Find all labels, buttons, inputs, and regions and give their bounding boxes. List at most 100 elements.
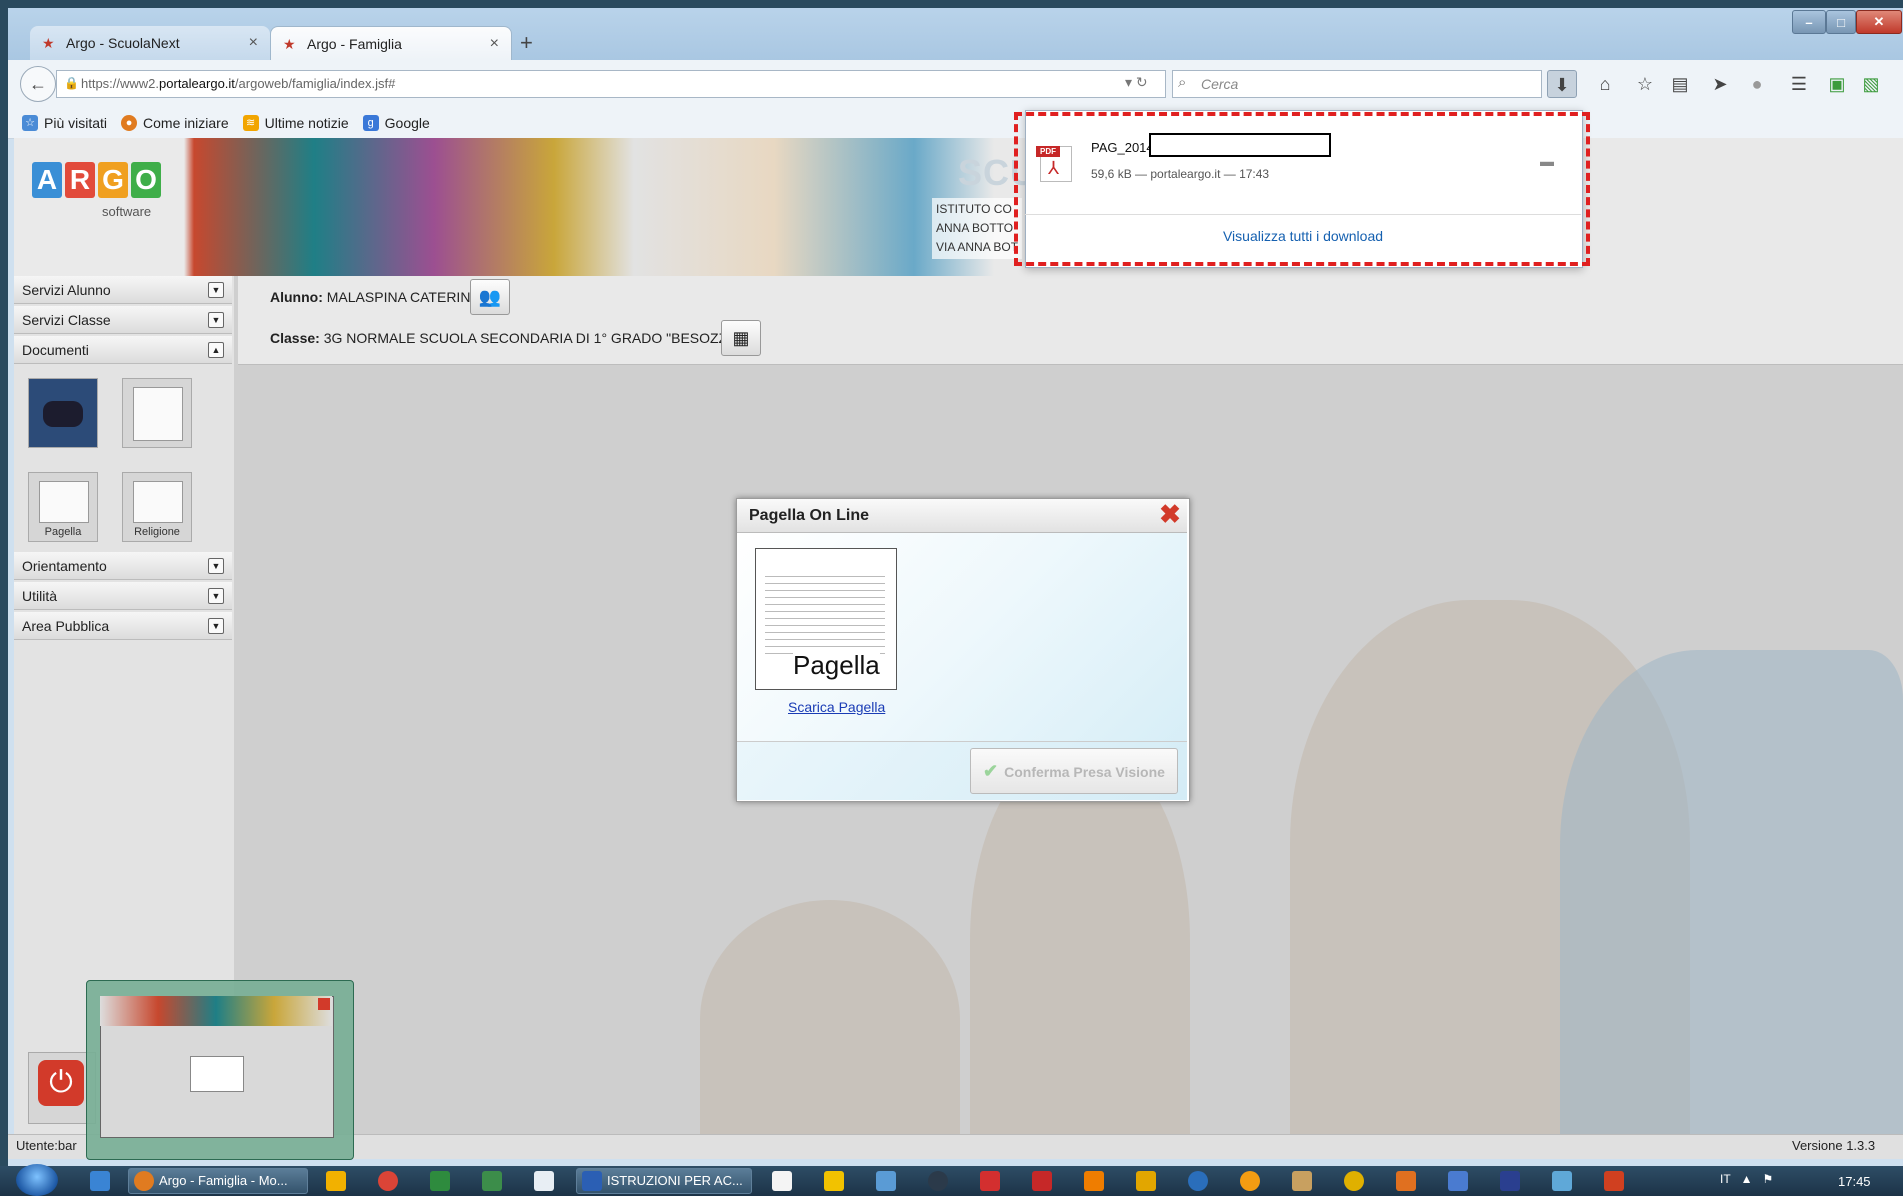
- expand-icon: ▼: [208, 618, 224, 634]
- redaction-box: [1149, 133, 1331, 157]
- document-icon[interactable]: [122, 378, 192, 448]
- addon-icon[interactable]: ●: [1742, 70, 1772, 98]
- show-all-downloads-link[interactable]: Visualizza tutti i download: [1025, 228, 1581, 244]
- sidebar-menu-servizi-classe[interactable]: Servizi Classe ▼: [14, 306, 232, 334]
- close-window-button[interactable]: ✕: [1856, 10, 1902, 34]
- checkmark-icon: ✔: [983, 761, 999, 781]
- acrobat-icon[interactable]: [980, 1171, 1000, 1191]
- pdf-badge: PDF: [1036, 146, 1060, 157]
- send-icon[interactable]: ➤: [1705, 70, 1735, 98]
- firefox-icon: ●: [121, 115, 138, 131]
- open-folder-icon[interactable]: ▬: [1540, 153, 1554, 169]
- argo-logo: A R G O: [32, 162, 164, 198]
- taskbar-item-firefox[interactable]: Argo - Famiglia - Mo...: [128, 1168, 308, 1194]
- maximize-button[interactable]: □: [1826, 10, 1856, 34]
- expand-icon: ▼: [208, 558, 224, 574]
- users-icon: 👥: [478, 287, 502, 307]
- bookmark-label: Google: [384, 115, 430, 131]
- app-icon[interactable]: [1448, 1171, 1468, 1191]
- bookmark-label: Più visitati: [44, 115, 108, 131]
- app-icon[interactable]: [1032, 1171, 1052, 1191]
- home-icon[interactable]: ⌂: [1590, 70, 1620, 98]
- class-calendar-button[interactable]: ▦: [721, 320, 761, 356]
- expand-icon: ▼: [208, 588, 224, 604]
- close-tab-icon[interactable]: ×: [490, 35, 499, 53]
- download-report-link[interactable]: Scarica Pagella: [788, 699, 885, 715]
- reading-list-icon[interactable]: ▤: [1665, 70, 1695, 98]
- explorer-icon[interactable]: [1552, 1171, 1572, 1191]
- file-icon[interactable]: [772, 1171, 792, 1191]
- sidebar-menu-servizi-alunno[interactable]: Servizi Alunno ▼: [14, 276, 232, 304]
- report-card-icon: [39, 481, 89, 523]
- school-line: ANNA BOTTO: [936, 221, 1014, 235]
- app-icon[interactable]: [1396, 1171, 1416, 1191]
- screenshot-addon-icon[interactable]: ▧: [1856, 70, 1886, 98]
- paper-icon: [133, 387, 183, 441]
- app-icon[interactable]: [1344, 1171, 1364, 1191]
- back-button[interactable]: ←: [20, 66, 56, 102]
- pagella-button[interactable]: Pagella: [28, 472, 98, 542]
- bookmark-google[interactable]: g Google: [362, 115, 430, 131]
- tab-argo-scuolanext[interactable]: ★ Argo - ScuolaNext ×: [30, 26, 270, 60]
- menu-label: Utilità: [22, 588, 58, 604]
- pagella-label: Pagella: [44, 526, 82, 538]
- menu-icon[interactable]: ☰: [1784, 70, 1814, 98]
- app-icon[interactable]: [326, 1171, 346, 1191]
- close-preview-icon[interactable]: [318, 998, 330, 1010]
- sidebar-menu-area-pubblica[interactable]: Area Pubblica ▼: [14, 612, 232, 640]
- tab-label: Argo - ScuolaNext: [66, 35, 180, 51]
- reload-icon[interactable]: ▾ ↻: [1125, 74, 1148, 91]
- app-icon[interactable]: [1188, 1171, 1208, 1191]
- app-icon[interactable]: [1240, 1171, 1260, 1191]
- url-prefix: https://www2.: [81, 76, 160, 91]
- downloads-button[interactable]: ⬇: [1547, 70, 1577, 98]
- change-student-button[interactable]: 👥: [470, 279, 510, 315]
- start-button[interactable]: [16, 1164, 58, 1196]
- divider: [1025, 214, 1581, 215]
- new-tab-button[interactable]: +: [520, 30, 533, 56]
- sidebar-menu-utilita[interactable]: Utilità ▼: [14, 582, 232, 610]
- taskbar-item-label: ISTRUZIONI PER AC...: [607, 1173, 743, 1188]
- school-line: ISTITUTO CO: [936, 202, 1012, 216]
- search-documents-icon[interactable]: [28, 378, 98, 448]
- internet-explorer-icon[interactable]: [90, 1171, 110, 1191]
- user-label: Utente:bar: [16, 1138, 77, 1153]
- star-bookmark-icon[interactable]: ☆: [1630, 70, 1660, 98]
- tab-argo-famiglia[interactable]: ★ Argo - Famiglia ×: [270, 26, 512, 60]
- shield-icon[interactable]: ▣: [1822, 70, 1852, 98]
- search-input[interactable]: Cerca: [1172, 70, 1542, 98]
- app-icon[interactable]: [928, 1171, 948, 1191]
- taskbar-item-word[interactable]: ISTRUZIONI PER AC...: [576, 1168, 752, 1194]
- binoculars-icon: [43, 401, 83, 427]
- argo-favicon-icon: ★: [42, 35, 55, 51]
- app-icon[interactable]: [824, 1171, 844, 1191]
- chrome-icon[interactable]: [378, 1171, 398, 1191]
- bookmark-piu-visitati[interactable]: ☆ Più visitati: [22, 115, 107, 131]
- bookmark-come-iniziare[interactable]: ● Come iniziare: [121, 115, 229, 131]
- url-bar[interactable]: https://www2.portaleargo.it/argoweb/fami…: [56, 70, 1166, 98]
- paint-icon[interactable]: [876, 1171, 896, 1191]
- app-icon[interactable]: [1136, 1171, 1156, 1191]
- bookmark-ultime-notizie[interactable]: ≋ Ultime notizie: [242, 115, 349, 131]
- url-path: /argoweb/famiglia/index.jsf#: [234, 76, 396, 91]
- app-icon[interactable]: [1292, 1171, 1312, 1191]
- download-meta: 59,6 kB — portaleargo.it — 17:43: [1091, 167, 1270, 181]
- close-tab-icon[interactable]: ×: [249, 34, 258, 52]
- sidebar-menu-orientamento[interactable]: Orientamento ▼: [14, 552, 232, 580]
- class-name: 3G NORMALE SCUOLA SECONDARIA DI 1° GRADO…: [323, 330, 736, 346]
- media-player-icon[interactable]: [1084, 1171, 1104, 1191]
- app-icon[interactable]: [1604, 1171, 1624, 1191]
- close-dialog-icon[interactable]: ✖: [1158, 501, 1182, 527]
- download-file-name[interactable]: PAG_2014: [1091, 140, 1154, 155]
- system-tray[interactable]: IT ▲ ⚑: [1720, 1172, 1773, 1186]
- religione-button[interactable]: Religione: [122, 472, 192, 542]
- religione-label: Religione: [134, 526, 180, 538]
- excel-icon[interactable]: [430, 1171, 450, 1191]
- spreadsheet-icon[interactable]: [482, 1171, 502, 1191]
- confirm-view-button[interactable]: ✔ Conferma Presa Visione: [970, 748, 1178, 794]
- student-label: Alunno:: [270, 289, 323, 305]
- minimize-button[interactable]: –: [1792, 10, 1826, 34]
- photoshop-icon[interactable]: [1500, 1171, 1520, 1191]
- sidebar-menu-documenti[interactable]: Documenti ▲: [14, 336, 232, 364]
- document-icon[interactable]: [534, 1171, 554, 1191]
